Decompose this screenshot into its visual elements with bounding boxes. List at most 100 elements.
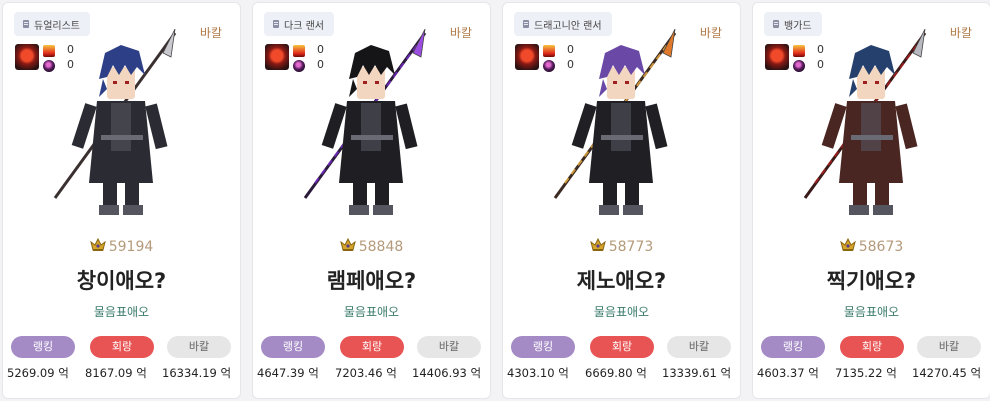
character-card[interactable]: 듀얼리스트 바칼 0 0 59194 창이애오? 물음표애오 랭킹 회랑 바칼 …	[2, 2, 241, 399]
character-name[interactable]: 램페애오?	[253, 265, 490, 295]
value-corridor: 6669.80 억	[585, 366, 647, 380]
fame-score-value: 59194	[108, 239, 154, 255]
ranking-tabs: 랭킹 회랑 바칼	[761, 336, 984, 358]
boot-right	[623, 205, 643, 215]
hair-side	[599, 79, 607, 97]
arm-left	[71, 103, 97, 149]
fame-score-value: 58848	[358, 239, 404, 255]
character-name[interactable]: 찍기애오?	[753, 265, 990, 295]
fame-score-value: 58673	[858, 239, 904, 255]
eye-left	[113, 81, 117, 84]
tab-ranking[interactable]: 랭킹	[261, 336, 325, 358]
value-corridor: 7203.46 억	[335, 366, 397, 380]
job-class-icon	[22, 19, 31, 30]
ranking-tabs: 랭킹 회랑 바칼	[261, 336, 484, 358]
value-ranking: 4303.10 억	[507, 366, 569, 380]
guild-name[interactable]: 물음표애오	[3, 303, 240, 320]
fame-score: 59194	[3, 238, 240, 255]
character-name[interactable]: 창이애오?	[3, 265, 240, 295]
spear-tip	[912, 28, 926, 58]
tab-ranking[interactable]: 랭킹	[511, 336, 575, 358]
character-avatar	[803, 28, 927, 215]
eye-right	[125, 81, 129, 84]
ranking-tabs: 랭킹 회랑 바칼	[11, 336, 234, 358]
arm-left	[571, 103, 597, 149]
spear-tip	[662, 28, 676, 58]
character-avatar	[53, 28, 177, 215]
tab-corridor[interactable]: 회랑	[840, 336, 904, 358]
character-card[interactable]: 드래고니안 랜서 바칼 0 0 58773 제노애오? 물음표애오 랭킹 회랑 …	[502, 2, 741, 399]
crown-icon	[339, 238, 356, 251]
value-bakal: 16334.19 억	[162, 366, 232, 380]
value-bakal: 14406.93 억	[412, 366, 482, 380]
value-bakal: 13339.61 억	[662, 366, 732, 380]
damage-values: 4303.10 억 6669.80 억 13339.61 억	[507, 365, 734, 383]
value-corridor: 7135.22 억	[835, 366, 897, 380]
chest-plate	[361, 103, 381, 151]
value-ranking: 5269.09 억	[7, 366, 69, 380]
eye-left	[363, 81, 367, 84]
value-bakal: 14270.45 억	[912, 366, 982, 380]
character-card-list: 듀얼리스트 바칼 0 0 59194 창이애오? 물음표애오 랭킹 회랑 바칼 …	[0, 0, 990, 401]
guild-name[interactable]: 물음표애오	[753, 303, 990, 320]
boot-right	[123, 205, 143, 215]
tab-bakal[interactable]: 바칼	[667, 336, 731, 358]
value-corridor: 8167.09 억	[85, 366, 147, 380]
character-avatar	[303, 28, 427, 215]
crown-icon	[839, 238, 856, 251]
tab-ranking[interactable]: 랭킹	[761, 336, 825, 358]
value-ranking: 4647.39 억	[257, 366, 319, 380]
hair-side	[849, 79, 857, 97]
boot-left	[849, 205, 869, 215]
tab-bakal[interactable]: 바칼	[417, 336, 481, 358]
character-avatar	[553, 28, 677, 215]
ranking-tabs: 랭킹 회랑 바칼	[511, 336, 734, 358]
tab-ranking[interactable]: 랭킹	[11, 336, 75, 358]
damage-values: 5269.09 억 8167.09 억 16334.19 억	[7, 365, 234, 383]
fame-score-value: 58773	[608, 239, 654, 255]
chest-plate	[861, 103, 881, 151]
eye-right	[625, 81, 629, 84]
spear-tip	[412, 28, 426, 58]
arm-left	[821, 103, 847, 149]
fame-score: 58773	[503, 238, 740, 255]
chest-plate	[611, 103, 631, 151]
tab-bakal[interactable]: 바칼	[917, 336, 981, 358]
boot-left	[599, 205, 619, 215]
character-card[interactable]: 뱅가드 바칼 0 0 58673 찍기애오? 물음표애오 랭킹 회랑 바칼 46…	[752, 2, 990, 399]
boot-right	[873, 205, 893, 215]
guild-name[interactable]: 물음표애오	[253, 303, 490, 320]
tab-corridor[interactable]: 회랑	[590, 336, 654, 358]
damage-values: 4647.39 억 7203.46 억 14406.93 억	[257, 365, 484, 383]
hair-side	[349, 79, 357, 97]
character-card[interactable]: 다크 랜서 바칼 0 0 58848 램페애오? 물음표애오 랭킹 회랑 바칼 …	[252, 2, 491, 399]
eye-right	[375, 81, 379, 84]
boot-right	[373, 205, 393, 215]
job-class-icon	[272, 19, 281, 30]
crown-icon	[589, 238, 606, 251]
eye-right	[875, 81, 879, 84]
chest-plate	[111, 103, 131, 151]
spear-tip	[162, 28, 176, 58]
arm-left	[321, 103, 347, 149]
fame-score: 58673	[753, 238, 990, 255]
damage-values: 4603.37 억 7135.22 억 14270.45 억	[757, 365, 984, 383]
belt	[101, 135, 143, 140]
crown-icon	[89, 238, 106, 251]
belt	[601, 135, 643, 140]
boot-left	[99, 205, 119, 215]
value-ranking: 4603.37 억	[757, 366, 819, 380]
guild-name[interactable]: 물음표애오	[503, 303, 740, 320]
job-class-icon	[522, 19, 531, 30]
boot-left	[349, 205, 369, 215]
tab-corridor[interactable]: 회랑	[340, 336, 404, 358]
character-name[interactable]: 제노애오?	[503, 265, 740, 295]
job-class-icon	[772, 19, 781, 30]
tab-corridor[interactable]: 회랑	[90, 336, 154, 358]
tab-bakal[interactable]: 바칼	[167, 336, 231, 358]
fame-score: 58848	[253, 238, 490, 255]
eye-left	[613, 81, 617, 84]
hair-side	[99, 79, 107, 97]
belt	[851, 135, 893, 140]
belt	[351, 135, 393, 140]
